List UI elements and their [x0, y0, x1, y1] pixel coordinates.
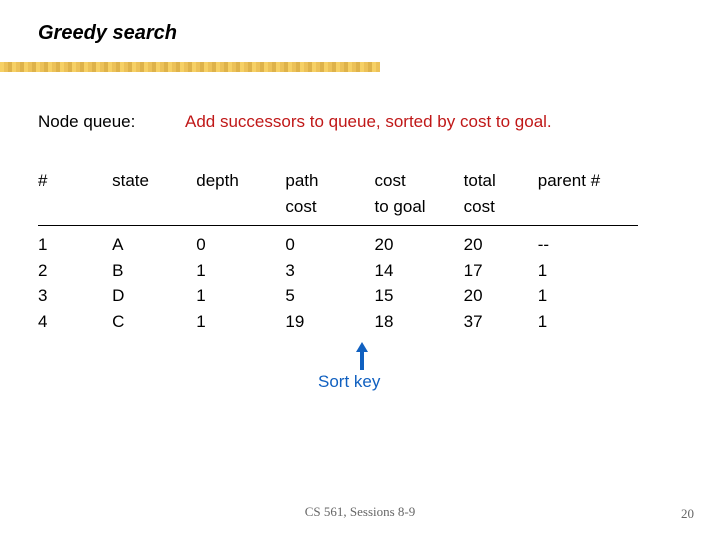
slide-footer: CS 561, Sessions 8-9 — [0, 504, 720, 520]
table-row: 1 A 0 0 20 20 -- — [38, 232, 652, 258]
page-number: 20 — [681, 506, 694, 522]
col-header-total-cost: total cost — [464, 168, 538, 223]
col-header-cost-goal: cost to goal — [375, 168, 464, 223]
slide-title: Greedy search — [38, 22, 177, 45]
col-header-path-cost: path cost — [285, 168, 374, 223]
table-row: 3 D 1 5 15 20 1 — [38, 283, 652, 309]
node-queue-label: Node queue: — [38, 112, 135, 131]
header-rule — [38, 225, 638, 226]
node-queue-table: # state depth path cost cost to goal tot… — [38, 168, 652, 334]
queue-description: Add successors to queue, sorted by cost … — [185, 112, 552, 132]
col-header-num: # — [38, 168, 112, 223]
table-row: 2 B 1 3 14 17 1 — [38, 258, 652, 284]
col-header-parent: parent # — [538, 168, 652, 223]
sort-key-label: Sort key — [318, 372, 380, 392]
col-header-depth: depth — [196, 168, 285, 223]
title-underline — [0, 62, 380, 72]
table-row: 4 C 1 19 18 37 1 — [38, 309, 652, 335]
arrow-up-icon — [355, 342, 369, 370]
col-header-state: state — [112, 168, 196, 223]
